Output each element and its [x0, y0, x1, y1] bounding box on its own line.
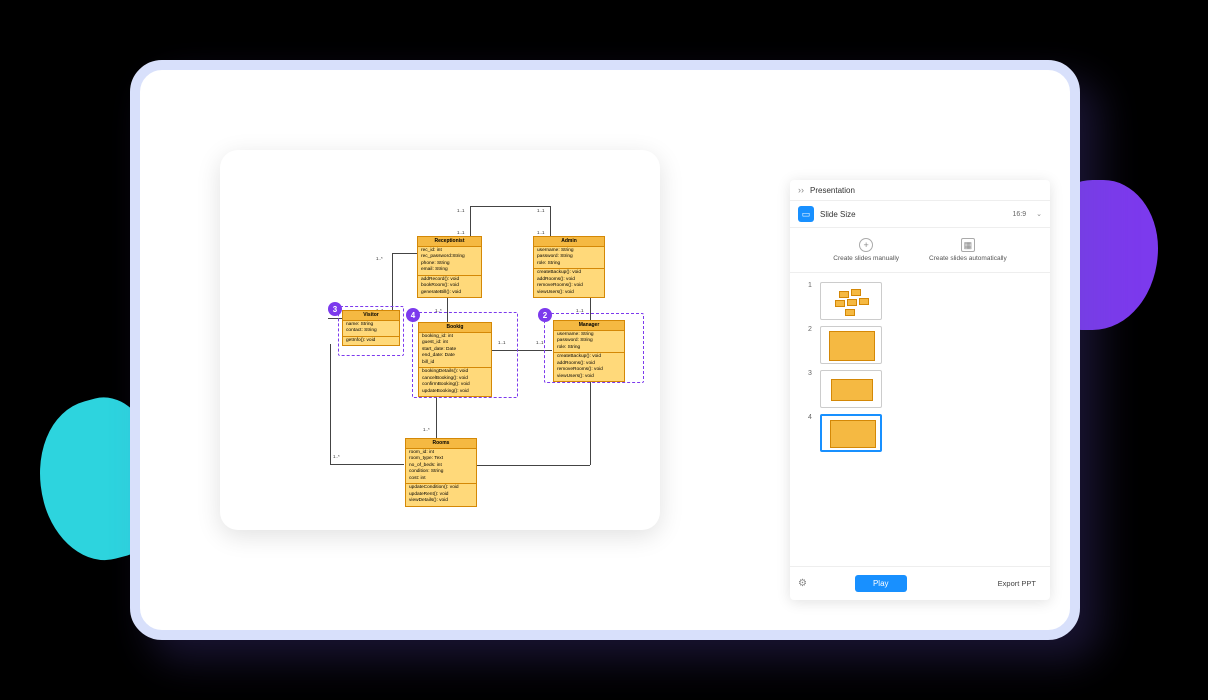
- connector: [550, 206, 551, 236]
- uml-attributes: room_id: int room_type: Text no_of_beds:…: [406, 449, 476, 484]
- multiplicity: 1..1: [457, 230, 465, 235]
- slide-size-label: Slide Size: [820, 210, 856, 219]
- chevron-down-icon[interactable]: ⌄: [1036, 210, 1042, 218]
- uml-operations: createBackup(): void addRooms(): void re…: [554, 353, 624, 381]
- slide-create-actions: + Create slides manually ▦ Create slides…: [790, 228, 1050, 273]
- slide-number: 2: [808, 326, 814, 333]
- slide-number: 4: [808, 414, 814, 421]
- panel-title: Presentation: [810, 186, 855, 195]
- slide-size-row: ▭ Slide Size 16:9 ⌄: [790, 201, 1050, 228]
- uml-class-receptionist[interactable]: Receptionist rec_id: int rec_password:St…: [417, 236, 482, 298]
- presentation-panel: ›› Presentation ▭ Slide Size 16:9 ⌄ + Cr…: [790, 180, 1050, 600]
- uml-class-title: Bookig: [419, 323, 491, 333]
- uml-operations: bookingDetails(): void cancelBooking(): …: [419, 368, 491, 396]
- play-button[interactable]: Play: [855, 575, 907, 592]
- uml-class-title: Rooms: [406, 439, 476, 449]
- uml-class-title: Manager: [554, 321, 624, 331]
- selection-badge: 3: [328, 302, 342, 316]
- slide-number: 1: [808, 282, 814, 289]
- action-label: Create slides automatically: [929, 255, 1007, 262]
- aspect-ratio-value[interactable]: 16:9: [1013, 211, 1027, 218]
- create-slides-manually-button[interactable]: + Create slides manually: [833, 238, 899, 262]
- uml-attributes: username: String password: String role: …: [554, 331, 624, 353]
- slide-number: 3: [808, 370, 814, 377]
- auto-icon: ▦: [961, 238, 975, 252]
- panel-footer: ⚙ Play Export PPT: [790, 566, 1050, 600]
- slide-item[interactable]: 2: [790, 323, 1050, 367]
- multiplicity: 1..1: [536, 340, 544, 345]
- diagram-canvas[interactable]: 1..1 1..1 1..1 1..1 1..* 1..1 1..* 1..1 …: [220, 150, 660, 530]
- uml-class-admin[interactable]: Admin username: String password: String …: [533, 236, 605, 298]
- uml-class-rooms[interactable]: Rooms room_id: int room_type: Text no_of…: [405, 438, 477, 507]
- selection-badge: 4: [406, 308, 420, 322]
- connector: [330, 464, 404, 465]
- slides-list: 1 2 3: [790, 273, 1050, 566]
- uml-class-title: Receptionist: [418, 237, 481, 247]
- multiplicity: 1..*: [333, 454, 340, 459]
- uml-operations: updateCondition(): void updateRent(): vo…: [406, 484, 476, 505]
- uml-attributes: rec_id: int rec_password:String phone: S…: [418, 247, 481, 276]
- app-window: 1..1 1..1 1..1 1..1 1..* 1..1 1..* 1..1 …: [130, 60, 1080, 640]
- slide-item[interactable]: 3: [790, 367, 1050, 411]
- uml-class-title: Admin: [534, 237, 604, 247]
- connector: [470, 206, 471, 236]
- slide-thumbnail[interactable]: [820, 414, 882, 452]
- uml-attributes: username: String password: String role: …: [534, 247, 604, 269]
- connector: [470, 206, 550, 207]
- slide-thumbnail[interactable]: [820, 282, 882, 320]
- export-ppt-link[interactable]: Export PPT: [998, 579, 1036, 588]
- create-slides-automatically-button[interactable]: ▦ Create slides automatically: [929, 238, 1007, 262]
- multiplicity: 1..1: [498, 340, 506, 345]
- connector: [468, 465, 590, 466]
- connector: [436, 394, 437, 438]
- uml-operations: getInfo(): void: [343, 337, 399, 345]
- multiplicity: 1..*: [435, 308, 442, 313]
- multiplicity: 1..1: [537, 208, 545, 213]
- slide-thumbnail[interactable]: [820, 370, 882, 408]
- uml-attributes: name: String contact: String: [343, 321, 399, 337]
- template-icon[interactable]: ▭: [798, 206, 814, 222]
- plus-icon: +: [859, 238, 873, 252]
- uml-class-visitor[interactable]: Visitor name: String contact: String get…: [342, 310, 400, 346]
- selection-badge: 2: [538, 308, 552, 322]
- multiplicity: 1..1: [537, 230, 545, 235]
- action-label: Create slides manually: [833, 255, 899, 262]
- panel-header: ›› Presentation: [790, 180, 1050, 201]
- slide-item[interactable]: 1: [790, 279, 1050, 323]
- slide-item[interactable]: 4: [790, 411, 1050, 455]
- multiplicity: 1..1: [576, 308, 584, 313]
- multiplicity: 1..1: [457, 208, 465, 213]
- uml-operations: createBackup(): void addRooms(): void re…: [534, 269, 604, 297]
- uml-class-manager[interactable]: Manager username: String password: Strin…: [553, 320, 625, 382]
- connector: [330, 344, 331, 464]
- slide-thumbnail[interactable]: [820, 326, 882, 364]
- settings-icon[interactable]: ⚙: [798, 578, 807, 589]
- uml-attributes: booking_id: int guest_id: int start_date…: [419, 333, 491, 368]
- uml-operations: addRecord(): void bookRoom(): void gener…: [418, 276, 481, 297]
- multiplicity: 1..*: [376, 256, 383, 261]
- connector: [590, 380, 591, 465]
- connector: [392, 253, 393, 318]
- uml-class-booking[interactable]: Bookig booking_id: int guest_id: int sta…: [418, 322, 492, 397]
- uml-class-title: Visitor: [343, 311, 399, 321]
- collapse-icon[interactable]: ››: [798, 185, 804, 195]
- multiplicity: 1..*: [423, 427, 430, 432]
- connector: [492, 350, 552, 351]
